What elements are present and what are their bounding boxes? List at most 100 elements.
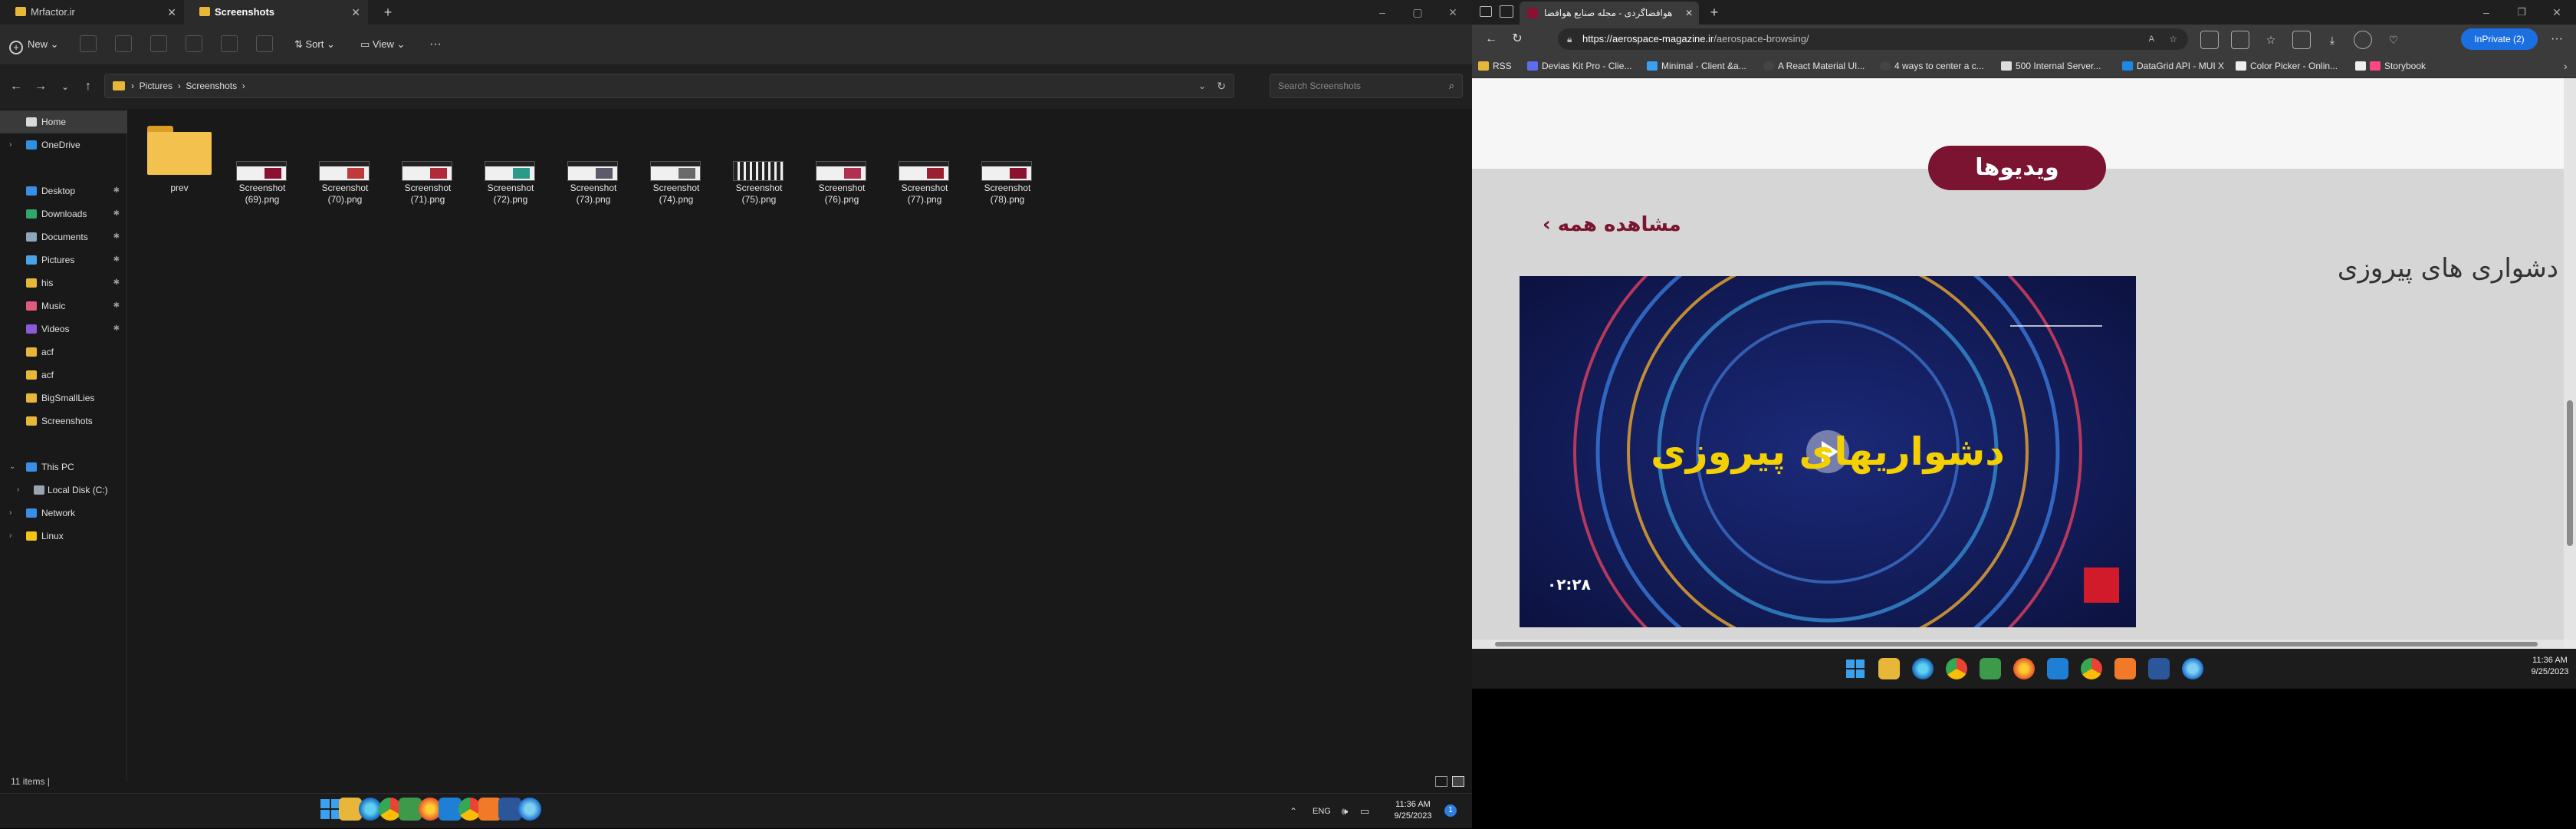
chrome-profile-taskbar-icon[interactable] <box>2081 658 2102 679</box>
bookmark-500-error[interactable]: 500 Internal Server... <box>2001 54 2101 78</box>
sidebar-item-linux[interactable]: › Linux <box>0 525 127 548</box>
minimize-button[interactable]: – <box>2469 0 2504 25</box>
sidebar-item-videos[interactable]: Videos ✱ <box>0 317 127 340</box>
close-icon[interactable]: ✕ <box>167 0 176 25</box>
tab-mrfactor[interactable]: Mrfactor.ir ✕ <box>0 0 184 25</box>
sidebar-item-music[interactable]: Music ✱ <box>0 294 127 317</box>
chevron-right-icon[interactable]: › <box>17 479 19 502</box>
sidebar-item-documents[interactable]: Documents ✱ <box>0 225 127 248</box>
search-input[interactable]: Search Screenshots ⌕ <box>1270 74 1463 98</box>
scrollbar-thumb[interactable] <box>1495 642 2538 646</box>
sidebar-item-downloads[interactable]: Downloads ✱ <box>0 202 127 225</box>
see-all-link[interactable]: ‹ مشاهده همه <box>1543 213 1681 236</box>
bookmark-color-picker[interactable]: Color Picker - Onlin... <box>2236 54 2338 78</box>
new-button[interactable]: + New ⌄ <box>9 34 63 55</box>
chrome-taskbar-icon[interactable] <box>1946 658 1967 679</box>
file-item-prev-folder[interactable]: prev <box>138 120 221 219</box>
paste-icon[interactable] <box>150 35 167 52</box>
vscode-taskbar-icon[interactable] <box>2047 658 2068 679</box>
sidebar-item-desktop[interactable]: Desktop ✱ <box>0 179 127 202</box>
share-icon[interactable] <box>221 35 238 52</box>
restore-button[interactable]: ❐ <box>2504 0 2539 25</box>
close-window-button[interactable]: ✕ <box>1435 0 1470 25</box>
new-tab-button[interactable]: + <box>1702 0 1727 25</box>
more-options-button[interactable]: ··· <box>429 34 452 55</box>
delete-icon[interactable] <box>256 35 273 52</box>
chevron-down-icon[interactable]: ⌄ <box>9 456 15 479</box>
browser-essentials-icon[interactable]: ♡ <box>2384 31 2403 49</box>
sidebar-item-screenshots[interactable]: Screenshots <box>0 410 127 433</box>
file-item-screenshot-77[interactable]: Screenshot (77).png <box>883 120 966 219</box>
lock-icon[interactable]: 🔒︎ <box>1567 28 1572 50</box>
close-icon[interactable]: ✕ <box>351 0 360 25</box>
tab-screenshots[interactable]: Screenshots ✕ <box>184 0 368 25</box>
extensions-icon[interactable] <box>2200 31 2219 49</box>
edge-beta-taskbar-icon[interactable] <box>2182 658 2203 679</box>
vertical-scrollbar[interactable] <box>2564 78 2576 640</box>
word-taskbar-icon[interactable] <box>2148 658 2170 679</box>
edge-beta-taskbar-icon[interactable] <box>518 798 541 821</box>
chevron-right-icon[interactable]: › <box>9 525 12 548</box>
maximize-button[interactable]: ▢ <box>1400 0 1435 25</box>
settings-more-icon[interactable]: ··· <box>2545 28 2568 51</box>
cut-icon[interactable] <box>80 35 97 52</box>
sidebar-item-local-disk[interactable]: › Local Disk (C:) <box>0 479 127 502</box>
edge-taskbar-icon[interactable] <box>1912 658 1934 679</box>
file-item-screenshot-74[interactable]: Screenshot (74).png <box>635 120 718 219</box>
language-indicator[interactable]: ENG <box>1313 794 1331 829</box>
favorite-star-icon[interactable]: ☆ <box>2169 28 2177 50</box>
close-tab-icon[interactable]: ✕ <box>1685 2 1693 25</box>
view-button[interactable]: ▭ View ⌄ <box>360 34 414 55</box>
minimize-button[interactable]: – <box>1365 0 1400 25</box>
file-item-screenshot-76[interactable]: Screenshot (76).png <box>800 120 883 219</box>
bookmark-react-material[interactable]: A React Material UI... <box>1763 54 1865 78</box>
address-dropdown-icon[interactable]: ⌄ <box>1198 74 1206 97</box>
bookmark-center-div[interactable]: 4 ways to center a c... <box>1880 54 1984 78</box>
clock[interactable]: 11:36 AM 9/25/2023 <box>2527 655 2573 678</box>
show-hidden-icons-icon[interactable]: ⌃ <box>1290 794 1297 829</box>
file-item-screenshot-73[interactable]: Screenshot (73).png <box>552 120 635 219</box>
split-screen-icon[interactable] <box>2231 31 2249 49</box>
start-button[interactable] <box>1845 658 1866 679</box>
videos-section-button[interactable]: ویدیوها <box>1928 146 2106 190</box>
new-tab-button[interactable]: + <box>376 0 400 25</box>
notepad-taskbar-icon[interactable] <box>1980 658 2001 679</box>
performance-icon[interactable] <box>2354 31 2372 49</box>
notification-badge[interactable]: 1 <box>1444 804 1457 817</box>
file-item-screenshot-69[interactable]: Screenshot (69).png <box>221 120 304 219</box>
video-player[interactable]: دشواریهای پیروزی ۰۲:۲۸ <box>1520 276 2136 627</box>
horizontal-scrollbar[interactable] <box>1472 640 2564 649</box>
sidebar-item-his[interactable]: his ✱ <box>0 271 127 294</box>
file-explorer-taskbar-icon[interactable] <box>1878 658 1900 679</box>
recent-chevron-icon[interactable]: ⌄ <box>54 75 77 98</box>
favorites-overflow-icon[interactable]: › <box>2564 54 2568 78</box>
network-status-icon[interactable]: ▭ <box>1360 794 1369 829</box>
tiles-view-icon[interactable] <box>1452 776 1464 787</box>
details-view-icon[interactable] <box>1435 776 1447 787</box>
speaker-icon[interactable]: 🕪 <box>1342 794 1348 829</box>
workspaces-icon[interactable] <box>1500 5 1513 18</box>
breadcrumb-pictures[interactable]: Pictures <box>140 81 172 91</box>
favorites-icon[interactable]: ☆ <box>2262 31 2280 49</box>
copy-icon[interactable] <box>115 35 132 52</box>
collections-icon[interactable] <box>2292 31 2311 49</box>
bookmark-datagrid[interactable]: DataGrid API - MUI X <box>2122 54 2224 78</box>
file-item-screenshot-71[interactable]: Screenshot (71).png <box>386 120 469 219</box>
scrollbar-thumb[interactable] <box>2567 400 2573 546</box>
video-title[interactable]: دشواری های پیروزی <box>2298 253 2558 284</box>
tab-actions-icon[interactable] <box>1480 6 1492 17</box>
breadcrumb-screenshots[interactable]: Screenshots <box>186 81 237 91</box>
bookmark-devias[interactable]: Devias Kit Pro - Clie... <box>1527 54 1631 78</box>
back-arrow-icon[interactable]: ← <box>5 75 28 98</box>
sidebar-item-acf[interactable]: acf <box>0 340 127 364</box>
clock[interactable]: 11:36 AM 9/25/2023 <box>1388 799 1438 822</box>
xampp-taskbar-icon[interactable] <box>2114 658 2136 679</box>
refresh-icon[interactable]: ↻ <box>1506 28 1529 51</box>
bookmark-minimal[interactable]: Minimal - Client &a... <box>1647 54 1746 78</box>
sidebar-item-acf-2[interactable]: acf <box>0 364 127 387</box>
breadcrumb[interactable]: › Pictures › Screenshots › ⌄ ↻ <box>104 74 1234 98</box>
refresh-icon[interactable]: ↻ <box>1217 74 1226 97</box>
bookmark-storybook[interactable]: Storybook <box>2355 54 2426 78</box>
inprivate-badge[interactable]: InPrivate (2) <box>2461 28 2538 50</box>
back-arrow-icon[interactable]: ← <box>1480 28 1503 51</box>
